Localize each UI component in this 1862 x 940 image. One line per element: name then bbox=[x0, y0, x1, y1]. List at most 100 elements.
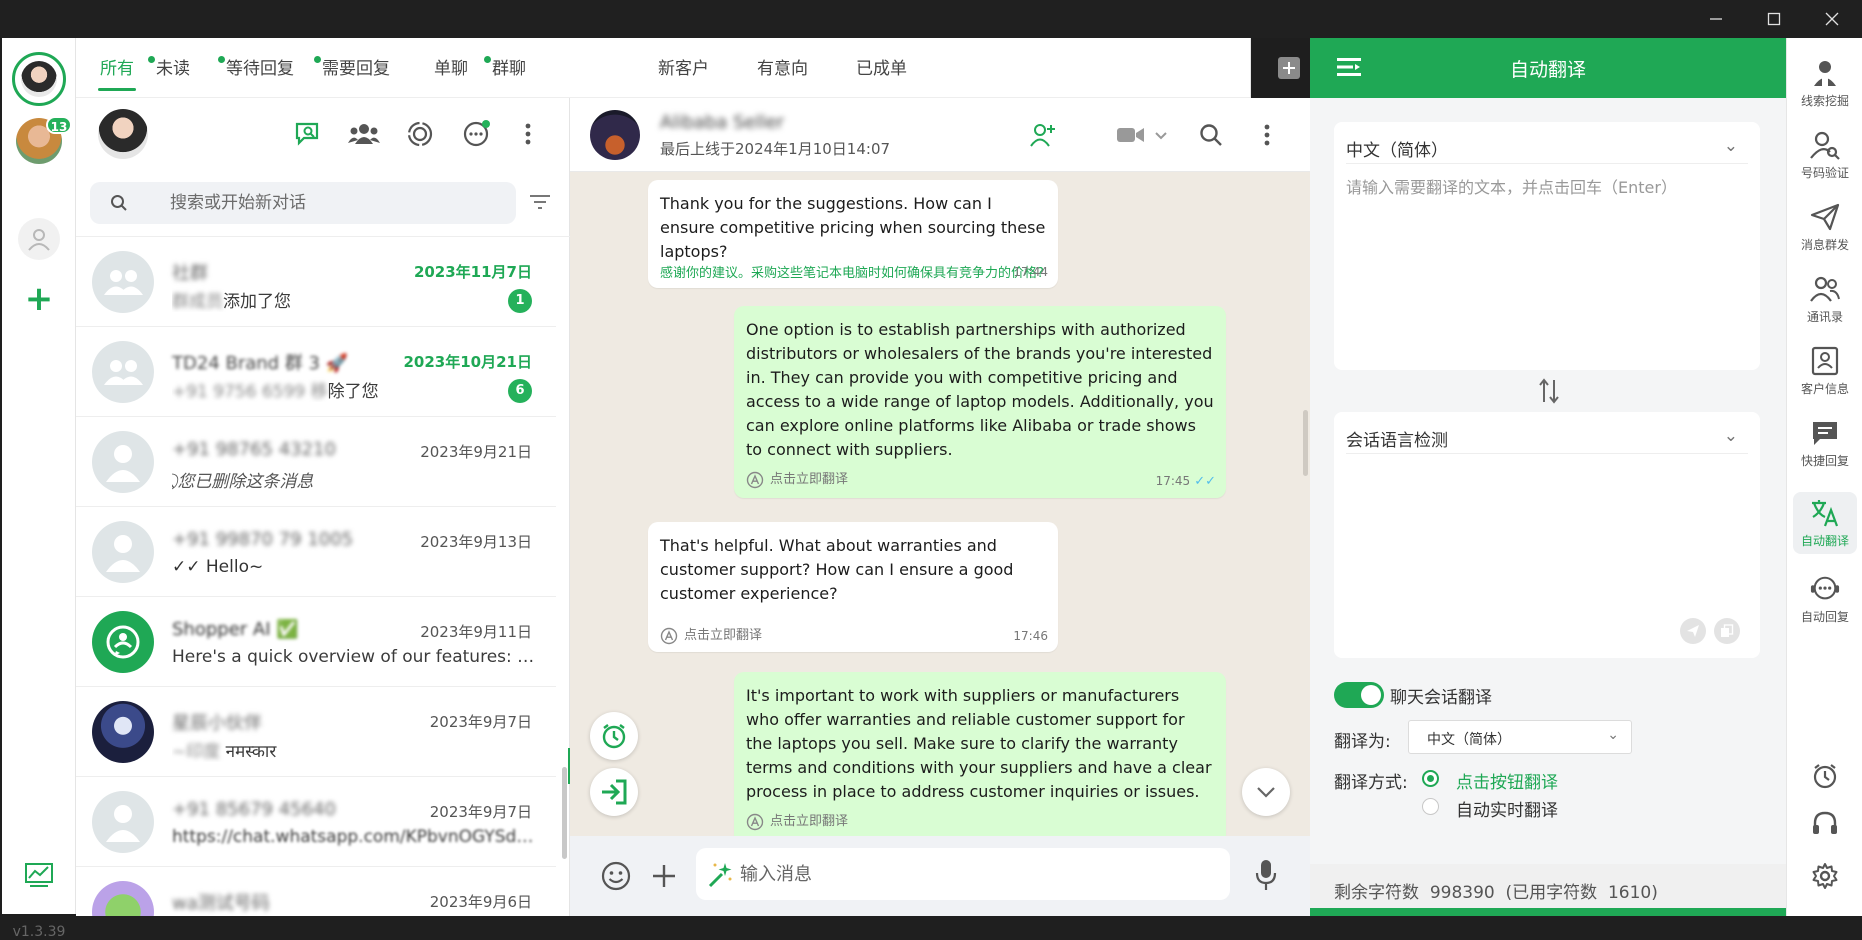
my-profile-avatar[interactable] bbox=[98, 109, 148, 159]
account-avatar-3[interactable] bbox=[18, 218, 60, 260]
contact-avatar[interactable] bbox=[590, 110, 640, 160]
method-button-radio[interactable] bbox=[1422, 770, 1439, 787]
method-auto-label[interactable]: 自动实时翻译 bbox=[1456, 796, 1558, 821]
translate-message-button[interactable]: 点击立即翻译 bbox=[746, 810, 1214, 834]
status-button[interactable] bbox=[404, 118, 436, 150]
tool-bulk-send[interactable]: 消息群发 bbox=[1793, 196, 1857, 258]
voice-record-button[interactable] bbox=[1254, 858, 1278, 892]
close-button[interactable] bbox=[1804, 0, 1860, 38]
tool-auto-translate[interactable]: 自动翻译 bbox=[1793, 492, 1857, 554]
chat-date: 2023年9月21日 bbox=[420, 443, 532, 461]
search-icon bbox=[1200, 124, 1222, 146]
swap-languages-button[interactable] bbox=[1538, 378, 1560, 404]
tool-quick-reply[interactable]: 快捷回复 bbox=[1793, 412, 1857, 474]
chat-item[interactable]: +91 85679 45640 2023年9月7日 https://chat.w… bbox=[76, 777, 556, 867]
detect-language-select[interactable]: 会话语言检测 ⌄ bbox=[1346, 426, 1748, 454]
tool-contacts[interactable]: 通讯录 bbox=[1793, 268, 1857, 330]
filter-tabs: 所有 未读 等待回复 需要回复 单聊 群聊 新客户 有意向 已成单 bbox=[76, 38, 1300, 98]
headset-icon bbox=[1813, 811, 1837, 834]
tool-customer-info[interactable]: 客户信息 bbox=[1793, 340, 1857, 402]
source-language-select[interactable]: 中文（简体） ⌄ bbox=[1346, 136, 1748, 164]
chat-name: +91 98765 43210 bbox=[172, 439, 336, 460]
chat-name: +91 99870 79 1005 bbox=[172, 529, 354, 550]
emoji-button[interactable] bbox=[600, 860, 632, 892]
tab-new-customer[interactable]: 新客户 bbox=[658, 54, 709, 79]
tab-group-chat[interactable]: 群聊 bbox=[492, 54, 526, 79]
tab-interested[interactable]: 有意向 bbox=[757, 54, 808, 79]
chat-name: 社群 bbox=[172, 263, 208, 284]
support-button[interactable] bbox=[1809, 808, 1841, 840]
chat-translate-toggle[interactable] bbox=[1334, 682, 1384, 708]
chat-item[interactable]: TD24 Brand 群 3 🚀 2023年10月21日 +91 9756 65… bbox=[76, 327, 556, 417]
translate-to-label: 翻译为: bbox=[1334, 732, 1391, 752]
stats-button[interactable] bbox=[24, 862, 54, 888]
close-icon bbox=[1825, 12, 1839, 26]
contacts-icon bbox=[1810, 276, 1840, 302]
tab-waiting-reply[interactable]: 等待回复 bbox=[226, 54, 294, 79]
tool-lead-mining[interactable]: 线索挖掘 bbox=[1793, 52, 1857, 114]
chat-item[interactable]: wa测试号码 2023年9月6日 bbox=[76, 867, 556, 916]
filter-button[interactable] bbox=[528, 192, 552, 214]
active-account-avatar[interactable] bbox=[12, 52, 66, 106]
chat-avatar bbox=[92, 251, 154, 313]
add-account-button[interactable]: + bbox=[22, 282, 56, 318]
translate-output-card: 会话语言检测 ⌄ bbox=[1334, 412, 1760, 658]
tab-deal-closed[interactable]: 已成单 bbox=[856, 54, 907, 79]
tool-number-verify[interactable]: 号码验证 bbox=[1793, 124, 1857, 186]
copy-translation-button[interactable] bbox=[1714, 618, 1740, 644]
translate-message-button[interactable]: 点击立即翻译 bbox=[660, 624, 1046, 648]
chat-avatar bbox=[92, 791, 154, 853]
conversation-menu-button[interactable] bbox=[1252, 120, 1282, 150]
chevron-down-icon: ⌄ bbox=[1723, 136, 1738, 156]
chat-item[interactable]: +91 99870 79 1005 2023年9月13日 ✓✓ Hello~ bbox=[76, 507, 556, 597]
video-call-button[interactable] bbox=[1114, 120, 1170, 150]
method-auto-radio[interactable] bbox=[1422, 798, 1439, 815]
settings-button[interactable] bbox=[1809, 860, 1841, 892]
menu-button[interactable] bbox=[512, 118, 544, 150]
search-messages-button[interactable] bbox=[1196, 120, 1226, 150]
chat-date: 2023年11月7日 bbox=[413, 263, 532, 281]
method-button-label[interactable]: 点击按钮翻译 bbox=[1456, 768, 1558, 793]
scroll-to-bottom-button[interactable] bbox=[1242, 768, 1290, 816]
panel-bottom-bar bbox=[1310, 908, 1786, 916]
bot-icon bbox=[106, 625, 140, 659]
tab-unread[interactable]: 未读 bbox=[156, 54, 190, 79]
tab-single-chat[interactable]: 单聊 bbox=[434, 54, 468, 79]
chat-list-scrollbar[interactable] bbox=[562, 767, 567, 859]
chevron-down-icon bbox=[1257, 787, 1275, 798]
send-translation-button[interactable] bbox=[1680, 618, 1706, 644]
tab-need-reply[interactable]: 需要回复 bbox=[322, 54, 390, 79]
channels-button[interactable] bbox=[460, 118, 492, 150]
maximize-button[interactable] bbox=[1746, 0, 1802, 38]
chat-item[interactable]: +91 98765 43210 2023年9月21日 ⃠ 您已删除这条消息 bbox=[76, 417, 556, 507]
magic-wand-icon bbox=[708, 863, 732, 888]
schedule-message-button[interactable] bbox=[590, 712, 638, 760]
tab-all[interactable]: 所有 bbox=[100, 54, 134, 79]
quick-send-button[interactable] bbox=[590, 768, 638, 816]
alarm-clock-icon bbox=[1813, 764, 1837, 789]
chat-name: TD24 Brand 群 3 🚀 bbox=[172, 353, 349, 374]
chat-item[interactable]: 社群 2023年11月7日 群成员添加了您 1 bbox=[76, 237, 556, 327]
minimize-button[interactable] bbox=[1688, 0, 1744, 38]
translate-method-label: 翻译方式: bbox=[1334, 773, 1408, 793]
add-contact-button[interactable] bbox=[1028, 120, 1058, 150]
chat-item[interactable]: Shopper AI ✅ 2023年9月11日 Here's a quick o… bbox=[76, 597, 556, 687]
alarm-clock-icon bbox=[602, 724, 626, 749]
translate-message-button[interactable]: 点击立即翻译 bbox=[746, 468, 1214, 492]
person-icon bbox=[106, 535, 140, 572]
message-input[interactable] bbox=[740, 848, 1210, 900]
contact-name[interactable]: Alibaba Seller bbox=[660, 112, 784, 133]
attach-button[interactable] bbox=[650, 862, 678, 890]
reminder-button[interactable] bbox=[1809, 760, 1841, 792]
tab-dot bbox=[484, 56, 491, 63]
translate-input-placeholder[interactable]: 请输入需要翻译的文本，并点击回车（Enter） bbox=[1346, 174, 1677, 198]
search-input[interactable] bbox=[170, 182, 490, 224]
translate-panel-header: 自动翻译 bbox=[1310, 38, 1786, 98]
target-language-select[interactable]: 中文（简体） ⌄ bbox=[1408, 720, 1632, 754]
community-button[interactable] bbox=[292, 118, 324, 150]
message-scrollbar[interactable] bbox=[1303, 410, 1308, 476]
groups-button[interactable] bbox=[348, 118, 380, 150]
translate-circle-icon bbox=[746, 471, 764, 489]
tool-auto-reply[interactable]: 自动回复 bbox=[1793, 568, 1857, 630]
chat-item[interactable]: 星辰小伙伴 2023年9月7日 ~印度 नमस्कार bbox=[76, 687, 556, 777]
